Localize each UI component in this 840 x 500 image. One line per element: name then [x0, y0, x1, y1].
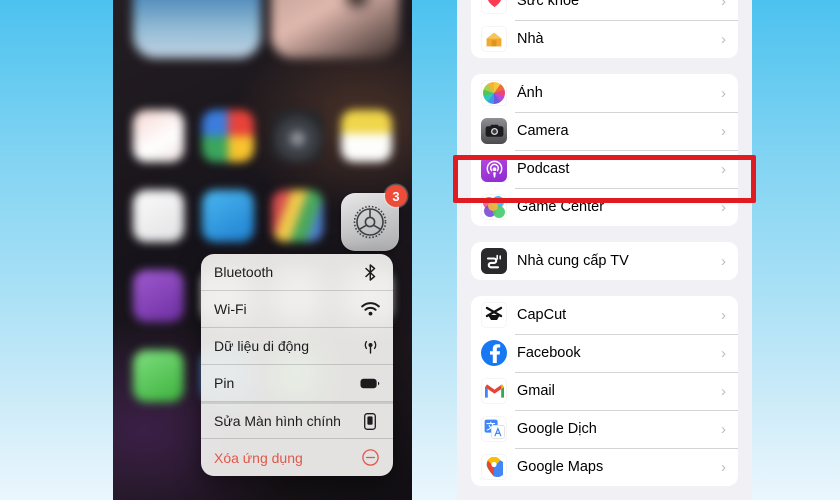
camera-icon	[481, 118, 507, 144]
context-menu-item-remove-app[interactable]: Xóa ứng dụng	[201, 439, 393, 476]
context-menu-item-label: Wi-Fi	[214, 301, 247, 317]
settings-row-label: Camera	[517, 123, 569, 139]
settings-row-label: Google Maps	[517, 459, 604, 475]
context-menu-item-label: Xóa ứng dụng	[214, 449, 303, 466]
settings-row-podcast[interactable]: Podcast ›	[471, 150, 738, 188]
chevron-right-icon: ›	[721, 306, 726, 324]
widget-weather	[133, 0, 261, 58]
chevron-right-icon: ›	[721, 198, 726, 216]
app-icon-blurred[interactable]	[202, 110, 254, 162]
settings-row-label: Ảnh	[517, 85, 543, 101]
settings-group-3: Nhà cung cấp TV ›	[471, 242, 738, 280]
settings-row-google-maps[interactable]: Google Maps ›	[471, 448, 738, 486]
screenshot-root: 3 Bluetooth Wi-Fi Dữ liệu di động Pin Sử…	[0, 0, 840, 500]
app-icon-blurred[interactable]	[202, 190, 254, 242]
chevron-right-icon: ›	[721, 84, 726, 102]
chevron-right-icon: ›	[721, 252, 726, 270]
settings-row-label: Game Center	[517, 199, 605, 215]
settings-row-google-translate[interactable]: Google Dịch ›	[471, 410, 738, 448]
edit-home-screen-icon	[360, 411, 380, 431]
settings-row-label: Google Dịch	[517, 421, 597, 437]
app-icon-blurred[interactable]	[133, 110, 185, 162]
context-menu-item-label: Bluetooth	[214, 264, 274, 280]
settings-row-health[interactable]: Sức khỏe ›	[471, 0, 738, 20]
cellular-data-icon	[360, 336, 380, 356]
game-center-icon	[481, 194, 507, 220]
podcast-icon	[481, 156, 507, 182]
google-maps-icon	[481, 454, 507, 480]
settings-row-label: Podcast	[517, 161, 570, 177]
facebook-icon	[481, 340, 507, 366]
chevron-right-icon: ›	[721, 0, 726, 10]
settings-row-label: Gmail	[517, 383, 555, 399]
context-menu-item-bluetooth[interactable]: Bluetooth	[201, 254, 393, 291]
phone-home-screen-panel: 3 Bluetooth Wi-Fi Dữ liệu di động Pin Sử…	[113, 0, 412, 500]
settings-row-photos[interactable]: Ảnh ›	[471, 74, 738, 112]
gmail-icon	[481, 378, 507, 404]
context-menu-item-wifi[interactable]: Wi-Fi	[201, 291, 393, 328]
settings-app-icon-wrapper[interactable]: 3	[341, 185, 407, 251]
context-menu-item-label: Dữ liệu di động	[214, 338, 309, 354]
chevron-right-icon: ›	[721, 30, 726, 48]
settings-row-facebook[interactable]: Facebook ›	[471, 334, 738, 372]
settings-group-1: Sức khỏe › Nhà ›	[471, 0, 738, 58]
home-icon	[481, 26, 507, 52]
app-icon-blurred[interactable]	[133, 190, 185, 242]
chevron-right-icon: ›	[721, 458, 726, 476]
settings-group-2: Ảnh › Camera › Podcast › Game Center ›	[471, 74, 738, 226]
notification-badge: 3	[385, 185, 407, 207]
widget-photo	[271, 0, 399, 58]
tv-provider-icon	[481, 248, 507, 274]
google-translate-icon	[481, 416, 507, 442]
app-icon-blurred[interactable]	[133, 270, 185, 322]
settings-row-home[interactable]: Nhà ›	[471, 20, 738, 58]
capcut-icon	[481, 302, 507, 328]
app-icon-blurred[interactable]	[271, 110, 323, 162]
settings-row-label: Nhà	[517, 31, 544, 47]
settings-group-4: CapCut › Facebook › Gmail › Google Dịch …	[471, 296, 738, 486]
context-menu-item-cellular-data[interactable]: Dữ liệu di động	[201, 328, 393, 365]
context-menu-item-battery[interactable]: Pin	[201, 365, 393, 402]
photos-icon	[481, 80, 507, 106]
app-icon-blurred[interactable]	[133, 350, 185, 402]
settings-row-capcut[interactable]: CapCut ›	[471, 296, 738, 334]
settings-row-label: Facebook	[517, 345, 581, 361]
app-context-menu[interactable]: Bluetooth Wi-Fi Dữ liệu di động Pin Sửa …	[201, 254, 393, 476]
settings-row-tv-provider[interactable]: Nhà cung cấp TV ›	[471, 242, 738, 280]
settings-row-label: CapCut	[517, 307, 567, 323]
settings-row-label: Sức khỏe	[517, 0, 580, 9]
chevron-right-icon: ›	[721, 160, 726, 178]
chevron-right-icon: ›	[721, 344, 726, 362]
health-icon	[481, 0, 507, 14]
settings-row-label: Nhà cung cấp TV	[517, 253, 629, 269]
settings-row-camera[interactable]: Camera ›	[471, 112, 738, 150]
context-menu-item-label: Sửa Màn hình chính	[214, 413, 341, 429]
chevron-right-icon: ›	[721, 122, 726, 140]
wifi-icon	[360, 299, 380, 319]
settings-app-list-panel[interactable]: Sức khỏe › Nhà › Ảnh › Camera › Podcast …	[457, 0, 752, 500]
context-menu-item-edit-home-screen[interactable]: Sửa Màn hình chính	[201, 402, 393, 439]
settings-row-gmail[interactable]: Gmail ›	[471, 372, 738, 410]
chevron-right-icon: ›	[721, 382, 726, 400]
app-icon-blurred[interactable]	[340, 110, 392, 162]
app-icon-row-1	[113, 110, 412, 162]
app-icon-blurred[interactable]	[271, 190, 323, 242]
bluetooth-icon	[360, 262, 380, 282]
chevron-right-icon: ›	[721, 420, 726, 438]
remove-app-icon	[360, 448, 380, 468]
battery-icon	[360, 373, 380, 393]
settings-row-game-center[interactable]: Game Center ›	[471, 188, 738, 226]
context-menu-item-label: Pin	[214, 375, 235, 391]
